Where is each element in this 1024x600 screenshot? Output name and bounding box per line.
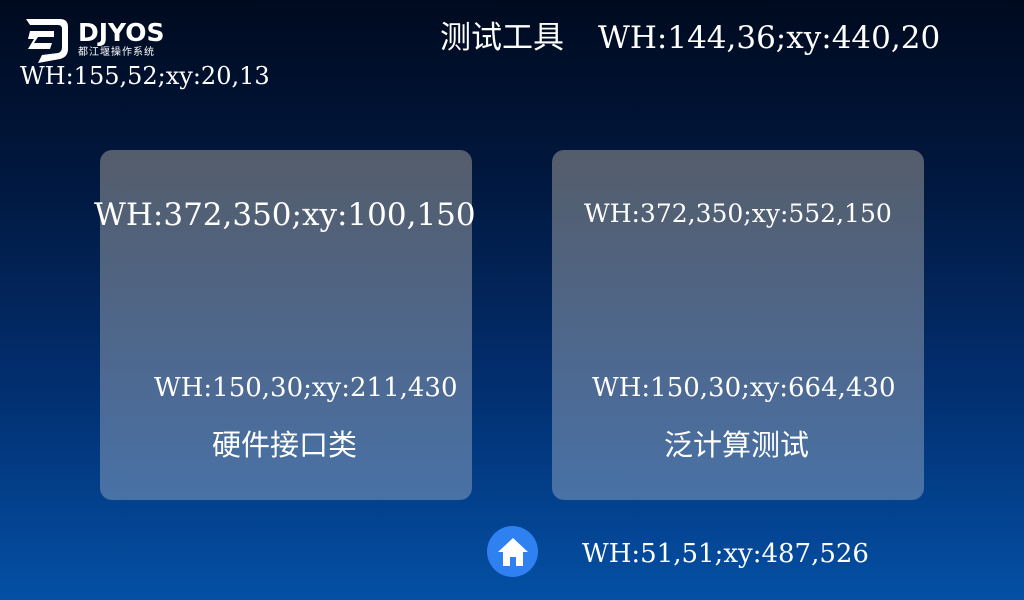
hardware-card-label: 硬件接口类: [212, 428, 358, 462]
logo-annotation: WH:155,52;xy:20,13: [20, 62, 270, 90]
hardware-card-label-annotation: WH:150,30;xy:211,430: [154, 373, 458, 403]
logo-brand: DJYOS: [78, 18, 165, 47]
computing-card-label: 泛计算测试: [664, 428, 810, 462]
hardware-card-annotation: WH:372,350;xy:100,150: [94, 197, 476, 233]
logo-mark-icon: [26, 19, 68, 63]
home-button-annotation: WH:51,51;xy:487,526: [582, 539, 869, 569]
logo: DJYOS 都江堰操作系统: [20, 13, 175, 65]
home-icon: [497, 537, 528, 566]
home-button[interactable]: [487, 526, 538, 577]
computing-card-annotation: WH:372,350;xy:552,150: [584, 199, 892, 228]
logo-subtitle: 都江堰操作系统: [78, 47, 155, 58]
page-title-text: 测试工具: [440, 20, 564, 56]
logo-text: DJYOS 都江堰操作系统: [78, 20, 165, 58]
page-title: 测试工具 WH:144,36;xy:440,20: [440, 20, 940, 56]
computing-card-label-annotation: WH:150,30;xy:664,430: [592, 373, 896, 403]
page-title-annotation: WH:144,36;xy:440,20: [598, 20, 941, 56]
